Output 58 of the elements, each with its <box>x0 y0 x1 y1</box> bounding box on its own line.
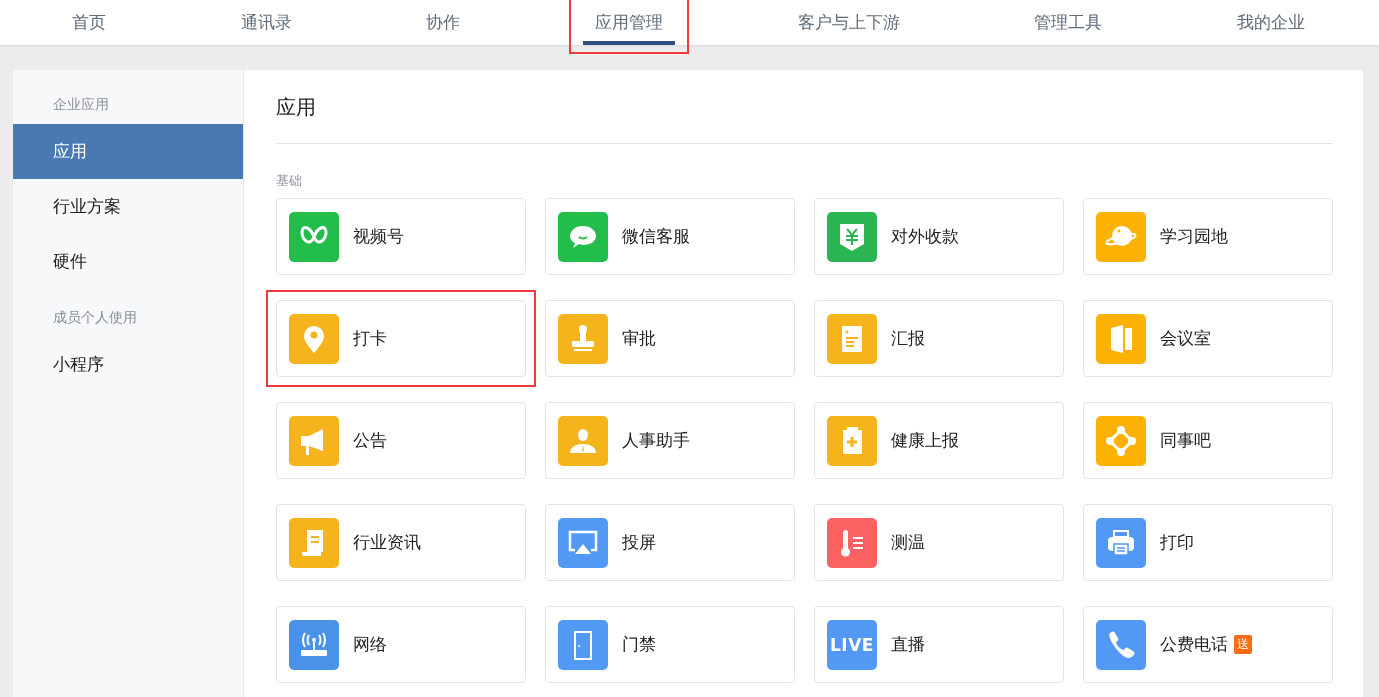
app-tile[interactable]: 健康上报 <box>814 402 1064 479</box>
app-tile[interactable]: 人事助手 <box>545 402 795 479</box>
app-tile[interactable]: 公费电话 送 <box>1083 606 1333 683</box>
connected-nodes-icon <box>1104 423 1138 458</box>
app-tile[interactable]: 对外收款 <box>814 198 1064 275</box>
section-label: 基础 <box>276 172 303 190</box>
sidebar-item[interactable]: 硬件 <box>13 234 243 289</box>
app-name: 汇报 <box>891 327 925 350</box>
app-name: 视频号 <box>353 225 404 248</box>
live-label: LIVE <box>830 634 874 655</box>
app-name: 公告 <box>353 429 387 452</box>
app-name: 健康上报 <box>891 429 959 452</box>
app-name: 行业资讯 <box>353 531 421 554</box>
nav-tab[interactable]: 首页 <box>60 0 118 45</box>
app-name: 网络 <box>353 633 387 656</box>
app-name: 直播 <box>891 633 925 656</box>
app-tile[interactable]: LIVE 直播 <box>814 606 1064 683</box>
app-tile[interactable]: 测温 <box>814 504 1064 581</box>
app-name: 同事吧 <box>1160 429 1211 452</box>
app-tile[interactable]: 打卡 <box>276 300 526 377</box>
app-tile[interactable]: 投屏 <box>545 504 795 581</box>
sidebar-group-label: 成员个人使用 <box>52 308 138 327</box>
app-tile[interactable]: 行业资讯 <box>276 504 526 581</box>
app-name: 公费电话 <box>1160 633 1228 656</box>
sidebar-item[interactable]: 小程序 <box>13 337 243 392</box>
nav-tab[interactable]: 管理工具 <box>1022 0 1115 45</box>
sidebar-group-label: 企业应用 <box>52 95 110 114</box>
sidebar-item[interactable]: 行业方案 <box>13 179 243 234</box>
app-tile[interactable]: 汇报 <box>814 300 1064 377</box>
app-tile[interactable]: 网络 <box>276 606 526 683</box>
app-name: 打卡 <box>353 327 387 350</box>
app-tile[interactable]: 学习园地 <box>1083 198 1333 275</box>
app-tile[interactable]: 会议室 <box>1083 300 1333 377</box>
app-tile[interactable]: 审批 <box>545 300 795 377</box>
app-tile[interactable]: 公告 <box>276 402 526 479</box>
app-tile[interactable]: 微信客服 <box>545 198 795 275</box>
app-name: 投屏 <box>622 531 656 554</box>
nav-tab[interactable]: 通讯录 <box>228 0 304 45</box>
app-tile[interactable]: 打印 <box>1083 504 1333 581</box>
app-name: 人事助手 <box>622 429 690 452</box>
nav-tab[interactable]: 应用管理 <box>582 0 675 45</box>
app-name: 会议室 <box>1160 327 1211 350</box>
app-tile[interactable]: 同事吧 <box>1083 402 1333 479</box>
app-name: 微信客服 <box>622 225 690 248</box>
app-name: 对外收款 <box>891 225 959 248</box>
sidebar-item[interactable]: 应用 <box>13 124 243 179</box>
app-tile[interactable]: 门禁 <box>545 606 795 683</box>
app-name: 门禁 <box>622 633 656 656</box>
app-name: 审批 <box>622 327 656 350</box>
gift-badge: 送 <box>1234 635 1252 654</box>
nav-tab[interactable]: 协作 <box>414 0 473 45</box>
nav-tab[interactable]: 我的企业 <box>1224 0 1317 45</box>
app-tile[interactable]: 视频号 <box>276 198 526 275</box>
nav-tab[interactable]: 客户与上下游 <box>785 0 912 45</box>
app-name: 测温 <box>891 531 925 554</box>
app-name: 打印 <box>1160 531 1194 554</box>
app-name: 学习园地 <box>1160 225 1228 248</box>
page-title: 应用 <box>276 70 1333 144</box>
